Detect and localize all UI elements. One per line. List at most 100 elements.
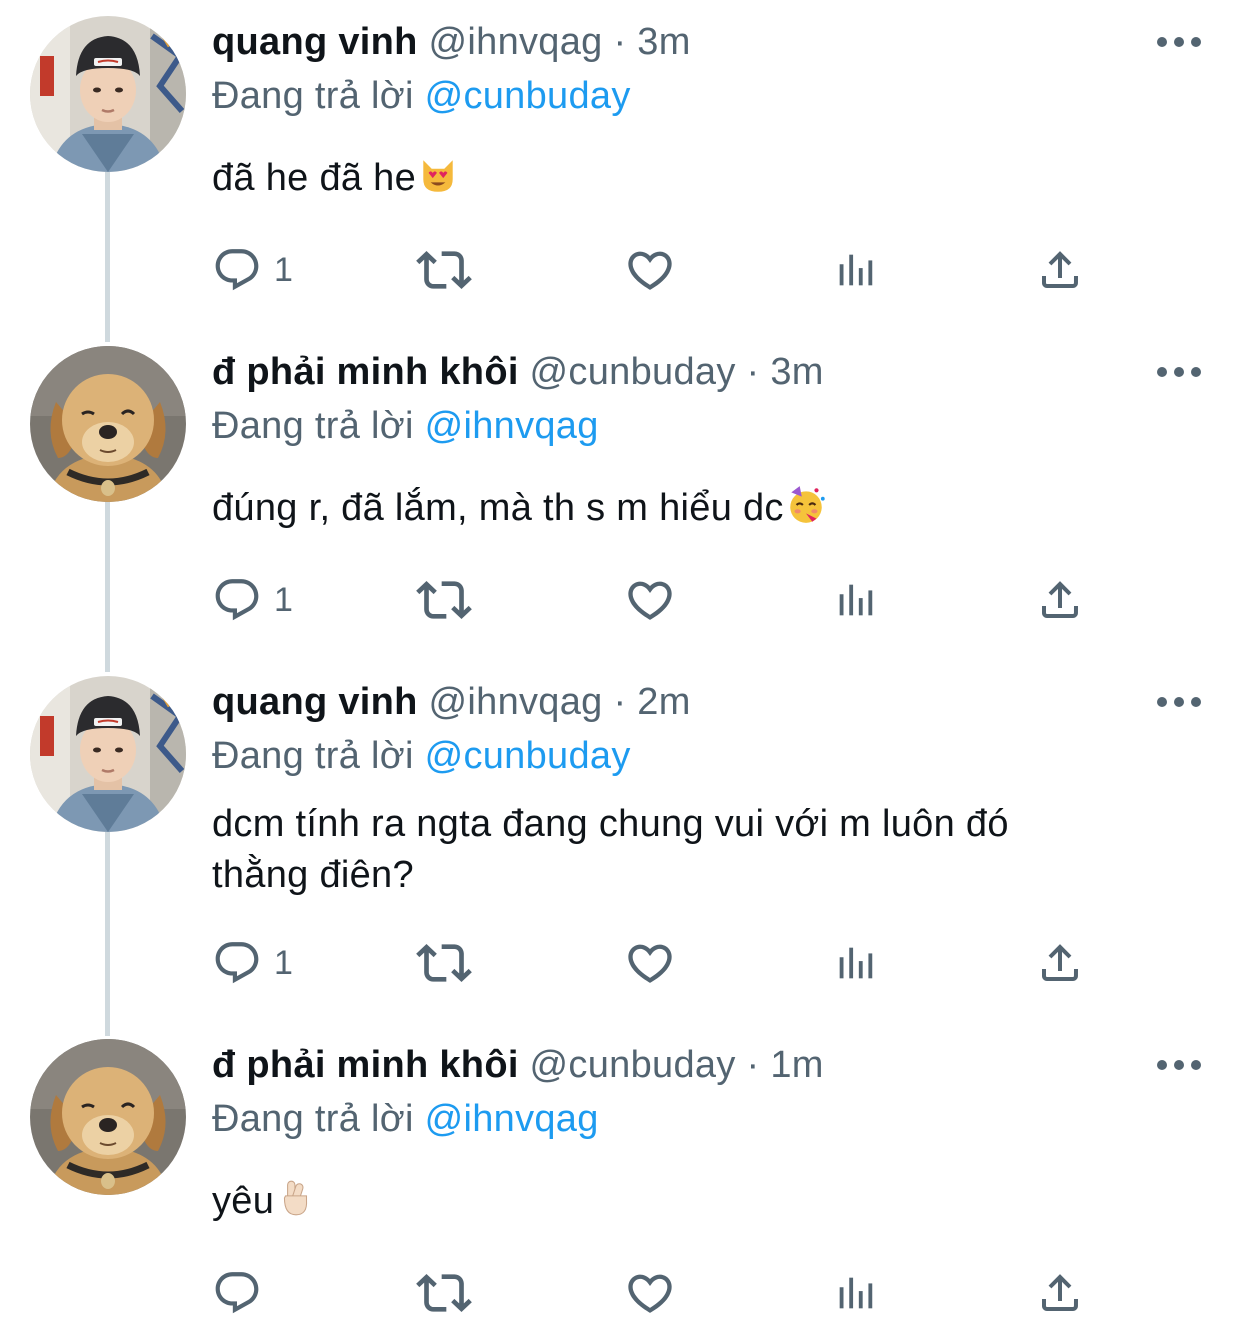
share-button[interactable] <box>1036 1266 1084 1320</box>
avatar[interactable] <box>30 676 186 832</box>
share-icon <box>1036 246 1084 294</box>
reply-count: 1 <box>274 251 293 289</box>
reply-icon <box>212 1268 262 1318</box>
like-icon <box>624 1267 676 1319</box>
person-avatar-image <box>30 16 186 172</box>
reply-button[interactable]: 1 <box>212 243 293 297</box>
analytics-button[interactable] <box>832 936 878 990</box>
analytics-icon <box>832 940 878 986</box>
analytics-icon <box>832 247 878 293</box>
reply-count: 1 <box>274 944 293 982</box>
thread-connector-line <box>105 172 110 342</box>
like-button[interactable] <box>624 1266 676 1320</box>
reply-button[interactable]: 1 <box>212 936 293 990</box>
user-handle[interactable]: @ihnvqag <box>429 21 603 63</box>
tweet-text: dcm tính ra ngta đang chung vui với m lu… <box>212 799 1172 901</box>
retweet-icon <box>416 572 472 628</box>
like-icon <box>624 574 676 626</box>
analytics-icon <box>832 1270 878 1316</box>
person-avatar-image <box>30 676 186 832</box>
more-options-icon[interactable] <box>1156 32 1202 52</box>
tweet-text-line: dcm tính ra ngta đang chung vui với m lu… <box>212 803 1009 845</box>
thread-connector-line <box>105 832 110 1036</box>
replying-to-label: Đang trả lời <box>212 1098 414 1140</box>
mention-link[interactable]: @cunbuday <box>425 75 631 117</box>
share-icon <box>1036 939 1084 987</box>
separator-dot: · <box>613 681 627 723</box>
analytics-button[interactable] <box>832 243 878 297</box>
reply-icon <box>212 575 262 625</box>
analytics-button[interactable] <box>832 573 878 627</box>
reply-count: 1 <box>274 581 293 619</box>
tweet-text-line: thằng điên? <box>212 854 414 896</box>
share-icon <box>1036 576 1084 624</box>
reply-icon <box>212 245 262 295</box>
share-button[interactable] <box>1036 936 1084 990</box>
tweet-actions <box>212 1266 1112 1320</box>
like-button[interactable] <box>624 573 676 627</box>
display-name[interactable]: quang vinh <box>212 681 418 723</box>
display-name[interactable]: quang vinh <box>212 21 418 63</box>
like-button[interactable] <box>624 936 676 990</box>
analytics-button[interactable] <box>832 1266 878 1320</box>
tweet-header: quang vinh @ihnvqag · 2m <box>212 677 691 727</box>
separator-dot: · <box>613 21 627 63</box>
separator-dot: · <box>746 351 760 393</box>
tweet-text: đã he đã he <box>212 153 1172 204</box>
tweet-actions: 1 <box>212 573 1112 627</box>
timestamp[interactable]: 3m <box>770 351 823 393</box>
dog-avatar-image <box>30 346 186 502</box>
retweet-icon <box>416 935 472 991</box>
crossed-fingers-emoji-icon <box>275 1177 317 1219</box>
retweet-button[interactable] <box>416 936 472 990</box>
share-button[interactable] <box>1036 573 1084 627</box>
reply-button[interactable]: 1 <box>212 573 293 627</box>
retweet-button[interactable] <box>416 1266 472 1320</box>
more-options-icon[interactable] <box>1156 1055 1202 1075</box>
timestamp[interactable]: 2m <box>637 681 690 723</box>
display-name[interactable]: đ phải minh khôi <box>212 1044 519 1086</box>
avatar[interactable] <box>30 1039 186 1195</box>
mention-link[interactable]: @ihnvqag <box>425 1098 599 1140</box>
heart-eyes-cat-emoji-icon <box>417 154 459 196</box>
tweet-text-content: đúng r, đã lắm, mà th s m hiểu dc <box>212 487 784 529</box>
user-handle[interactable]: @cunbuday <box>530 1044 736 1086</box>
thread-connector-line <box>105 502 110 672</box>
reply-button[interactable] <box>212 1266 262 1320</box>
analytics-icon <box>832 577 878 623</box>
tweet-header: quang vinh @ihnvqag · 3m <box>212 17 691 67</box>
display-name[interactable]: đ phải minh khôi <box>212 351 519 393</box>
replying-to-label: Đang trả lời <box>212 75 414 117</box>
mention-link[interactable]: @cunbuday <box>425 735 631 777</box>
retweet-icon <box>416 242 472 298</box>
more-options-icon[interactable] <box>1156 692 1202 712</box>
tweet-text: yêu <box>212 1176 1172 1227</box>
reply-icon <box>212 938 262 988</box>
tweet-header: đ phải minh khôi @cunbuday · 3m <box>212 347 824 397</box>
tweet-text-content: yêu <box>212 1180 275 1222</box>
tweet-header: đ phải minh khôi @cunbuday · 1m <box>212 1040 824 1090</box>
tweet-text: đúng r, đã lắm, mà th s m hiểu dc <box>212 483 1172 534</box>
replying-to: Đang trả lời @ihnvqag <box>212 401 599 451</box>
replying-to: Đang trả lời @ihnvqag <box>212 1094 599 1144</box>
avatar[interactable] <box>30 16 186 172</box>
user-handle[interactable]: @ihnvqag <box>429 681 603 723</box>
replying-to-label: Đang trả lời <box>212 735 414 777</box>
retweet-button[interactable] <box>416 573 472 627</box>
more-options-icon[interactable] <box>1156 362 1202 382</box>
partying-face-emoji-icon <box>785 484 827 526</box>
share-button[interactable] <box>1036 243 1084 297</box>
retweet-button[interactable] <box>416 243 472 297</box>
replying-to: Đang trả lời @cunbuday <box>212 731 631 781</box>
like-icon <box>624 244 676 296</box>
avatar[interactable] <box>30 346 186 502</box>
replying-to-label: Đang trả lời <box>212 405 414 447</box>
tweet-actions: 1 <box>212 243 1112 297</box>
mention-link[interactable]: @ihnvqag <box>425 405 599 447</box>
like-button[interactable] <box>624 243 676 297</box>
tweet-actions: 1 <box>212 936 1112 990</box>
separator-dot: · <box>746 1044 760 1086</box>
user-handle[interactable]: @cunbuday <box>530 351 736 393</box>
timestamp[interactable]: 3m <box>637 21 690 63</box>
timestamp[interactable]: 1m <box>770 1044 823 1086</box>
